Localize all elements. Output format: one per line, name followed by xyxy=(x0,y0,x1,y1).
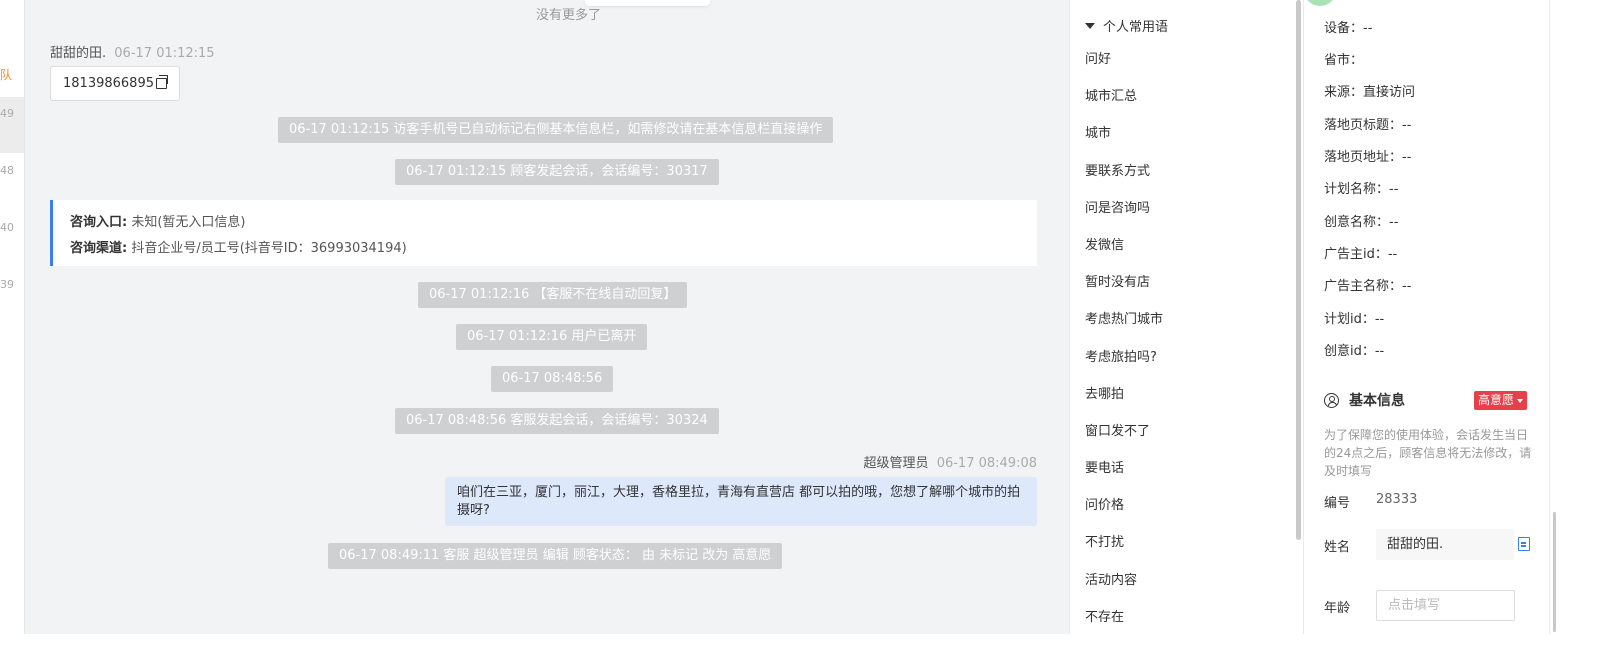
info-advertiser-name: 广告主名称：-- xyxy=(1324,279,1412,294)
visitor-name: 甜甜的田. xyxy=(50,46,107,61)
system-message: 06-17 08:48:56 客服发起会话，会话编号：30324 xyxy=(395,408,719,434)
consult-entry-value: 未知(暂无入口信息) xyxy=(131,215,246,230)
info-plan-id: 计划id：-- xyxy=(1324,312,1385,327)
info-scrollbar[interactable] xyxy=(1553,512,1556,632)
list-item-time[interactable]: 40 xyxy=(0,221,24,234)
visitor-timestamp: 06-17 01:12:15 xyxy=(114,46,215,61)
admin-name: 超级管理员 xyxy=(863,456,929,471)
no-more-text: 没有更多了 xyxy=(535,8,601,23)
phrase-item[interactable]: 城市汇总 xyxy=(1085,82,1163,119)
phrase-item[interactable]: 考虑热门城市 xyxy=(1085,305,1163,342)
customer-info-panel: 设备：-- 省市： 来源：直接访问 落地页标题：-- 落地页地址：-- 计划名称… xyxy=(1303,0,1549,647)
age-label: 年龄 xyxy=(1324,601,1351,616)
basic-info-label: 基本信息 xyxy=(1349,393,1405,409)
phrases-list: 问好 城市汇总 城市 要联系方式 问是咨询吗 发微信 暂时没有店 考虑热门城市 … xyxy=(1085,45,1163,640)
system-message: 06-17 08:49:11 客服 超级管理员 编辑 顾客状态： 由 未标记 改… xyxy=(328,543,783,569)
phrase-item[interactable]: 去哪拍 xyxy=(1085,380,1163,417)
common-phrases-panel: 个人常用语 问好 城市汇总 城市 要联系方式 问是咨询吗 发微信 暂时没有店 考… xyxy=(1069,0,1303,647)
info-device: 设备：-- xyxy=(1324,21,1373,36)
phrases-group-header[interactable]: 个人常用语 xyxy=(1085,16,1168,35)
id-label: 编号 xyxy=(1324,496,1351,511)
consult-channel-label: 咨询渠道: xyxy=(70,241,128,256)
phrases-scrollbar[interactable] xyxy=(1296,0,1301,540)
phrase-item[interactable]: 不打扰 xyxy=(1085,528,1163,565)
copy-icon[interactable] xyxy=(155,75,168,89)
info-province: 省市： xyxy=(1324,53,1364,68)
phrase-item[interactable]: 活动内容 xyxy=(1085,566,1163,603)
basic-info-title: 基本信息 xyxy=(1324,390,1405,410)
visitor-header: 甜甜的田. 06-17 01:12:15 xyxy=(50,42,215,61)
phrase-item[interactable]: 暂时没有店 xyxy=(1085,268,1163,305)
info-creative-id: 创意id：-- xyxy=(1324,344,1385,359)
list-item-time[interactable]: 49 xyxy=(0,97,24,153)
far-right-panel xyxy=(1549,0,1601,647)
status-indicator xyxy=(1304,0,1336,6)
intent-badge-dropdown[interactable]: 高意愿 xyxy=(1474,391,1528,410)
system-message: 06-17 01:12:15 顾客发起会话，会话编号：30317 xyxy=(395,159,719,185)
phone-number: 18139866895 xyxy=(63,76,154,91)
phrase-item[interactable]: 城市 xyxy=(1085,119,1163,156)
name-field[interactable]: 甜甜的田. xyxy=(1376,529,1514,560)
system-message: 06-17 01:12:15 访客手机号已自动标记右侧基本信息栏，如需修改请在基… xyxy=(278,117,834,143)
edit-notice: 为了保障您的使用体验，会话发生当日的24点之后，顾客信息将无法修改，请及时填写 xyxy=(1324,428,1532,478)
system-message: 06-17 08:48:56 xyxy=(491,366,614,392)
phrase-item[interactable]: 发微信 xyxy=(1085,231,1163,268)
admin-message: 咱们在三亚，厦门，丽江，大理，香格里拉，青海有直营店 都可以拍的哦，您想了解哪个… xyxy=(445,477,1037,526)
info-landing-url: 落地页地址：-- xyxy=(1324,150,1412,165)
list-item-time[interactable]: 39 xyxy=(0,278,24,291)
phrase-item[interactable]: 问是咨询吗 xyxy=(1085,194,1163,231)
chat-panel: 没有更多了 甜甜的田. 06-17 01:12:15 18139866895 0… xyxy=(25,0,1069,647)
phrase-item[interactable]: 问价格 xyxy=(1085,491,1163,528)
phrases-group-title: 个人常用语 xyxy=(1103,20,1169,35)
id-value: 28333 xyxy=(1376,492,1418,507)
dropdown-arrow-icon xyxy=(1517,398,1524,403)
phrase-item[interactable]: 要联系方式 xyxy=(1085,157,1163,194)
name-label: 姓名 xyxy=(1324,540,1351,555)
info-advertiser-id: 广告主id：-- xyxy=(1324,247,1398,262)
info-landing-title: 落地页标题：-- xyxy=(1324,118,1412,133)
copy-name-icon[interactable] xyxy=(1518,537,1530,551)
phrase-item[interactable]: 问好 xyxy=(1085,45,1163,82)
list-item-time[interactable]: 48 xyxy=(0,164,24,177)
intent-badge-label: 高意愿 xyxy=(1478,393,1515,407)
user-icon xyxy=(1324,392,1339,408)
conversation-list-strip: 队 49 48 40 39 xyxy=(0,0,25,647)
caret-down-icon xyxy=(1085,22,1095,29)
list-item-label[interactable]: 队 xyxy=(0,66,24,83)
phrase-item[interactable]: 要电话 xyxy=(1085,454,1163,491)
consult-entry-label: 咨询入口: xyxy=(70,215,128,230)
info-source: 来源：直接访问 xyxy=(1324,85,1416,100)
system-message: 06-17 01:12:16 【客服不在线自动回复】 xyxy=(418,282,688,308)
consult-channel-value: 抖音企业号/员工号(抖音号ID：36993034194) xyxy=(131,241,407,256)
phrase-item[interactable]: 考虑旅拍吗? xyxy=(1085,343,1163,380)
consult-info-card: 咨询入口: 未知(暂无入口信息) 咨询渠道: 抖音企业号/员工号(抖音号ID：3… xyxy=(50,200,1037,266)
phone-message: 18139866895 xyxy=(50,66,180,101)
info-plan-name: 计划名称：-- xyxy=(1324,182,1399,197)
admin-timestamp: 06-17 08:49:08 xyxy=(936,456,1037,471)
system-message: 06-17 01:12:16 用户已离开 xyxy=(456,324,648,350)
bottom-edge xyxy=(0,634,1601,647)
admin-header: 超级管理员 06-17 08:49:08 xyxy=(864,452,1037,471)
age-input[interactable] xyxy=(1376,590,1515,621)
info-creative-name: 创意名称：-- xyxy=(1324,215,1399,230)
phrase-item[interactable]: 窗口发不了 xyxy=(1085,417,1163,454)
